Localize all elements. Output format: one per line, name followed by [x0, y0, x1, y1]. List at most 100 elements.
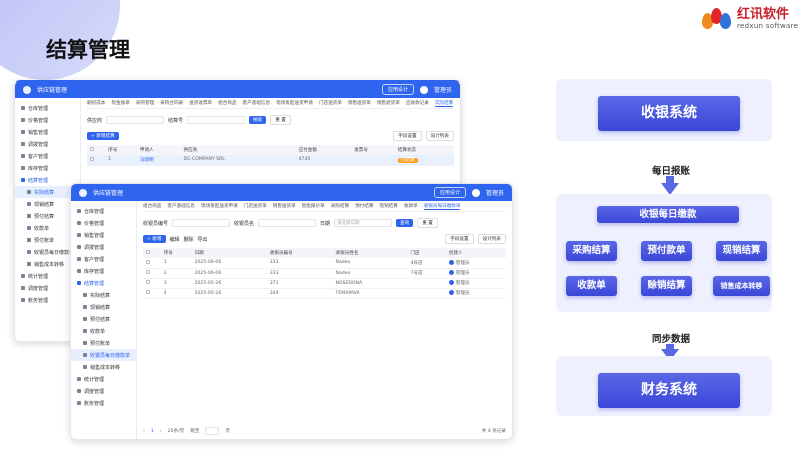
cashier-name-input[interactable]	[258, 219, 317, 227]
field-settings-button[interactable]: 字段设置	[445, 234, 474, 244]
sidebar: 仓库管理 价格管理 销售管理 调拨管理 客户管理 库存管理 结算管理 实际结算 …	[71, 201, 137, 439]
design-list-button[interactable]: 设计列表	[425, 131, 454, 141]
tab[interactable]: 销售送货单	[273, 203, 296, 209]
tab[interactable]: 现销结算	[379, 203, 397, 209]
tab[interactable]: 客户基础信息	[243, 100, 271, 106]
tab[interactable]: 采购管理	[136, 100, 154, 106]
tab[interactable]: 门店送货单	[244, 203, 267, 209]
delete-button[interactable]: 删除	[184, 236, 194, 243]
avatar[interactable]	[471, 188, 480, 197]
row-checkbox[interactable]	[146, 290, 150, 294]
tab[interactable]: 销售退货单	[377, 100, 400, 106]
sidebar-item[interactable]: 销售成本转移	[71, 361, 136, 373]
toolbar: + 新增结算 字段设置 设计列表	[87, 131, 454, 141]
tab[interactable]: 期初成本	[87, 100, 105, 106]
next-page-icon[interactable]: ›	[160, 429, 162, 434]
sidebar-item[interactable]: 实际结算	[71, 289, 136, 301]
design-button[interactable]: 应用设计	[381, 84, 414, 95]
settle-no-input[interactable]	[187, 116, 246, 124]
select-all-checkbox[interactable]	[146, 250, 150, 254]
total-count: 共 4 条记录	[481, 429, 506, 434]
sidebar-item-settlement[interactable]: 结算管理	[15, 174, 80, 186]
sidebar-item-settlement[interactable]: 结算管理	[71, 277, 136, 289]
avatar[interactable]	[419, 85, 428, 94]
flow-item-box: 预付款单	[641, 241, 692, 261]
search-button[interactable]: 查询	[396, 219, 414, 227]
table-row[interactable]: 4 2025-05-26 344 TEMAPAVA 管理员	[143, 288, 506, 299]
sidebar-item[interactable]: 账务管理	[71, 397, 136, 409]
row-checkbox[interactable]	[90, 156, 94, 161]
tab[interactable]: 现金账单	[111, 100, 129, 106]
tab[interactable]: 智能报价单	[302, 203, 325, 209]
tab-bar: 组合商品 客户基础信息 现场发起送货申请 门店送货单 销售送货单 智能报价单 采…	[143, 201, 506, 212]
prev-page-icon[interactable]: ‹	[143, 429, 145, 434]
logo-cn: 红讯软件	[737, 7, 790, 22]
table-row[interactable]: 3 2025-05-26 371 NOSEDONA 管理员	[143, 278, 506, 289]
sidebar-item[interactable]: 价格管理	[71, 217, 136, 229]
title-bar: 供应链管理 应用设计 管理员	[15, 81, 460, 98]
field-settings-button[interactable]: 字段设置	[393, 131, 422, 141]
sidebar-item[interactable]: 现销结算	[71, 301, 136, 313]
edit-button[interactable]: 编辑	[170, 236, 180, 243]
sidebar-item[interactable]: 预付结算	[71, 313, 136, 325]
sidebar-item[interactable]: 调拨管理	[71, 241, 136, 253]
tab[interactable]: 送货收票单	[189, 100, 212, 106]
sidebar-item[interactable]: 库存管理	[71, 265, 136, 277]
cashier-no-input[interactable]	[172, 219, 231, 227]
sidebar-item[interactable]: 销售管理	[71, 229, 136, 241]
user-name[interactable]: 管理员	[434, 85, 452, 94]
sidebar-item[interactable]: 库存管理	[15, 162, 80, 174]
tab[interactable]: 组合商品	[218, 100, 236, 106]
sidebar-item[interactable]: 统计管理	[71, 373, 136, 385]
jump-input[interactable]	[205, 427, 220, 435]
supplier-input[interactable]	[106, 116, 165, 124]
sidebar-item[interactable]: 收款单	[71, 325, 136, 337]
tab[interactable]: 采购合同录	[160, 100, 183, 106]
table-row[interactable]: 1 马晓明 DG COMPANY SRL 4745 已结算	[87, 155, 454, 166]
row-checkbox[interactable]	[146, 280, 150, 284]
add-button[interactable]: + 新增	[143, 235, 166, 243]
sidebar-item[interactable]: 调度管理	[71, 385, 136, 397]
tab[interactable]: 应收款记录	[406, 100, 429, 106]
select-all-checkbox[interactable]	[90, 147, 94, 151]
search-button[interactable]: 搜索	[249, 116, 267, 124]
sidebar-item[interactable]: 调拨管理	[15, 138, 80, 150]
tab[interactable]: 预付结算	[355, 203, 373, 209]
sidebar-item[interactable]: 价格管理	[15, 114, 80, 126]
row-checkbox[interactable]	[146, 270, 150, 274]
row-checkbox[interactable]	[146, 259, 150, 264]
sidebar-item-cashier-daily[interactable]: 收银员每日缴款单	[71, 349, 136, 361]
sidebar-item[interactable]: 客户管理	[71, 253, 136, 265]
filter-label: 收银员编号	[143, 220, 169, 227]
page-size-select[interactable]: 20条/页	[168, 428, 185, 434]
tab[interactable]: 收款单	[404, 203, 418, 209]
reset-button[interactable]: 重 置	[417, 218, 438, 228]
reset-button[interactable]: 重 置	[270, 115, 291, 125]
tab[interactable]: 客户基础信息	[167, 203, 195, 209]
design-list-button[interactable]: 设计列表	[477, 234, 506, 244]
tab[interactable]: 销售送货单	[348, 100, 371, 106]
app-title: 供应链管理	[37, 87, 68, 94]
flow-item-box: 销售成本转移	[713, 276, 770, 296]
sidebar-item[interactable]: 销售管理	[15, 126, 80, 138]
table-row[interactable]: 1 2025-06-06 333 Nadeo 4号店 管理员	[143, 258, 506, 269]
sidebar-item[interactable]: 预付账单	[71, 337, 136, 349]
tab[interactable]: 现场发起送货申请	[276, 100, 313, 106]
tab[interactable]: 现场发起送货申请	[201, 203, 238, 209]
table-row[interactable]: 2 2025-06-06 333 Nadeo 7号店 管理员	[143, 268, 506, 279]
tab-active[interactable]: 实际结算	[434, 100, 454, 107]
export-button[interactable]: 导出	[198, 236, 208, 243]
sidebar-item[interactable]: 客户管理	[15, 150, 80, 162]
page-number[interactable]: 1	[151, 429, 154, 434]
design-button[interactable]: 应用设计	[433, 187, 466, 198]
tab[interactable]: 组合商品	[143, 203, 161, 209]
filter-label: 结算号	[168, 117, 184, 124]
user-name[interactable]: 管理员	[486, 188, 504, 197]
add-button[interactable]: + 新增结算	[87, 132, 119, 140]
sidebar-item[interactable]: 仓库管理	[71, 205, 136, 217]
date-input[interactable]: 请选择日期	[334, 219, 393, 227]
tab-active[interactable]: 收银员每日缴款单	[423, 203, 461, 210]
sidebar-item[interactable]: 仓库管理	[15, 102, 80, 114]
tab[interactable]: 门店送货单	[319, 100, 342, 106]
tab[interactable]: 采购结算	[331, 203, 349, 209]
